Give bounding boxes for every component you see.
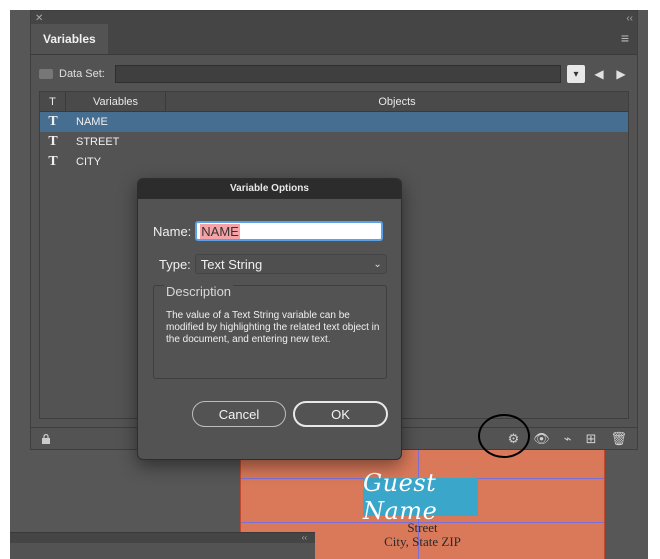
- chevron-down-icon: ⌄: [373, 258, 382, 270]
- table-row[interactable]: T CITY: [40, 152, 628, 172]
- tab-variables[interactable]: Variables: [31, 24, 108, 54]
- unbind-variable-icon[interactable]: ⌁: [564, 431, 572, 447]
- table-header: T Variables Objects: [40, 92, 628, 112]
- text-variable-icon: T: [48, 134, 58, 149]
- close-icon[interactable]: ✕: [35, 13, 43, 24]
- description-box: Description The value of a Text String v…: [153, 284, 387, 379]
- dataset-row: Data Set: ▾ ◀ ▶: [31, 61, 637, 87]
- type-label: Type:: [159, 256, 191, 272]
- type-row: Type: Text String ⌄: [159, 254, 387, 274]
- panel-tab-bar: Variables ≡: [31, 24, 637, 55]
- type-column-header[interactable]: T: [40, 92, 66, 111]
- name-label: Name:: [153, 223, 192, 239]
- name-value: NAME: [200, 223, 240, 239]
- table-row[interactable]: T NAME: [40, 112, 628, 132]
- chevron-down-icon[interactable]: ▾: [567, 65, 585, 83]
- delete-variable-icon[interactable]: 🗑: [610, 431, 627, 447]
- name-row: Name: NAME: [153, 221, 384, 241]
- type-select[interactable]: Text String ⌄: [194, 254, 387, 274]
- make-visibility-dynamic-icon[interactable]: 👁: [533, 431, 550, 447]
- new-variable-icon[interactable]: ⊞: [586, 431, 597, 447]
- dataset-select[interactable]: [114, 65, 561, 83]
- ok-button[interactable]: OK: [293, 401, 388, 427]
- guest-name-text[interactable]: Guest Name: [363, 469, 478, 525]
- text-variable-icon: T: [48, 154, 58, 169]
- collapsed-panel: ‹‹: [10, 532, 315, 559]
- objects-column-header[interactable]: Objects: [166, 96, 628, 108]
- cancel-button[interactable]: Cancel: [192, 401, 286, 427]
- annotation-circle: [478, 414, 530, 458]
- dialog-title: Variable Options: [138, 179, 401, 199]
- text-variable-icon: T: [48, 114, 58, 129]
- variable-name: CITY: [76, 156, 102, 168]
- panel-menu-icon[interactable]: ≡: [621, 30, 637, 54]
- variable-name: STREET: [76, 136, 120, 148]
- capture-dataset-icon[interactable]: [39, 69, 53, 79]
- panel-title-bar: ✕ ‹‹: [31, 11, 637, 25]
- collapse-icon[interactable]: ‹‹: [626, 13, 633, 24]
- type-value: Text String: [200, 256, 263, 272]
- next-dataset-icon[interactable]: ▶: [613, 67, 629, 81]
- collapse-icon[interactable]: ‹‹: [10, 533, 315, 543]
- variable-options-dialog: Variable Options Name: NAME Type: Text S…: [137, 178, 402, 460]
- dataset-label: Data Set:: [59, 68, 105, 80]
- table-row[interactable]: T STREET: [40, 132, 628, 152]
- previous-dataset-icon[interactable]: ◀: [591, 67, 607, 81]
- variable-name: NAME: [76, 116, 108, 128]
- name-input[interactable]: NAME: [195, 221, 384, 241]
- lock-icon[interactable]: [41, 433, 51, 444]
- variables-column-header[interactable]: Variables: [66, 92, 166, 111]
- description-text: The value of a Text String variable can …: [166, 310, 380, 345]
- description-label: Description: [164, 284, 234, 299]
